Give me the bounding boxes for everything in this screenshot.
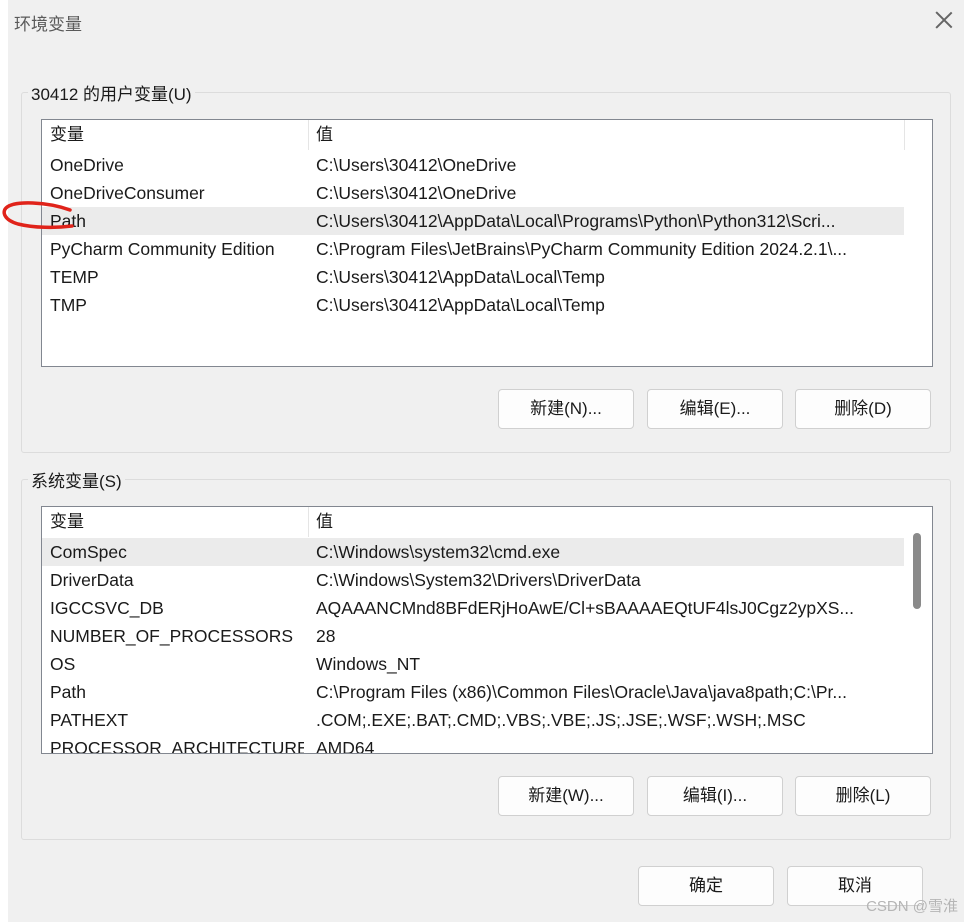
- variable-name-cell: OS: [50, 654, 76, 674]
- window-title: 环境变量: [14, 15, 82, 34]
- system-delete-button[interactable]: 删除(L): [795, 776, 931, 816]
- variable-value-cell: Windows_NT: [316, 654, 421, 674]
- variable-value-cell: 28: [316, 626, 336, 646]
- user-edit-button[interactable]: 编辑(E)...: [647, 389, 783, 429]
- variable-value-cell: C:\Users\30412\AppData\Local\Programs\Py…: [316, 211, 836, 231]
- variable-value-cell: C:\Users\30412\OneDrive: [316, 155, 517, 175]
- watermark: CSDN @雪淮: [866, 898, 958, 915]
- variable-name-cell: IGCCSVC_DB: [50, 598, 164, 618]
- red-annotation-mark: [2, 201, 74, 230]
- ok-button[interactable]: 确定: [638, 866, 774, 906]
- title-bar: 环境变量: [8, 0, 964, 44]
- variable-value-cell: C:\Users\30412\AppData\Local\Temp: [316, 267, 605, 287]
- environment-variables-dialog: 环境变量 30412 的用户变量(U) 变量 值 OneDrive C:\User…: [8, 0, 964, 922]
- table-row[interactable]: OneDrive C:\Users\30412\OneDrive: [42, 151, 904, 179]
- scroll-thumb[interactable]: [913, 533, 921, 609]
- system-vars-scrollbar[interactable]: [904, 507, 932, 753]
- variable-name-cell: TEMP: [50, 267, 99, 287]
- variable-name-cell: OneDrive: [50, 155, 124, 175]
- column-divider[interactable]: [904, 120, 905, 150]
- variable-name-cell: DriverData: [50, 570, 134, 590]
- variable-name-cell: Path: [50, 682, 86, 702]
- user-vars-list[interactable]: 变量 值 OneDrive C:\Users\30412\OneDrive OneD…: [41, 119, 933, 367]
- table-row[interactable]: PyCharm Community Edition C:\Program File…: [42, 235, 904, 263]
- variable-value-cell: C:\Program Files (x86)\Common Files\Orac…: [316, 682, 848, 702]
- user-vars-group-label: 30412 的用户变量(U): [28, 80, 195, 105]
- variable-name-cell: PyCharm Community Edition: [50, 239, 275, 259]
- table-row[interactable]: OS Windows_NT: [42, 650, 904, 678]
- system-edit-button[interactable]: 编辑(I)...: [647, 776, 783, 816]
- table-row[interactable]: DriverData C:\Windows\System32\Drivers\Dr…: [42, 566, 904, 594]
- variable-value-cell: C:\Users\30412\AppData\Local\Temp: [316, 295, 605, 315]
- close-icon[interactable]: [932, 8, 956, 32]
- user-new-button[interactable]: 新建(N)...: [498, 389, 634, 429]
- table-row[interactable]: PATHEXT .COM;.EXE;.BAT;.CMD;.VBS;.VBE;.JS…: [42, 706, 904, 734]
- variable-value-cell: AMD64: [316, 738, 375, 754]
- system-new-button[interactable]: 新建(W)...: [498, 776, 634, 816]
- variable-value-cell: AQAAANCMnd8BFdERjHoAwE/Cl+sBAAAAEQtUF4ls…: [316, 598, 854, 618]
- column-header-variable[interactable]: 变量: [42, 120, 308, 150]
- column-header-value[interactable]: 值: [308, 120, 904, 150]
- table-row[interactable]: TEMP C:\Users\30412\AppData\Local\Temp: [42, 263, 904, 291]
- table-row[interactable]: NUMBER_OF_PROCESSORS 28: [42, 622, 904, 650]
- table-row[interactable]: Path C:\Users\30412\AppData\Local\Program…: [42, 207, 904, 235]
- system-vars-list[interactable]: 变量 值 ComSpec C:\Windows\system32\cmd.exe D…: [41, 506, 933, 754]
- variable-name-cell: NUMBER_OF_PROCESSORS: [50, 626, 294, 646]
- column-header-value[interactable]: 值: [308, 507, 904, 537]
- variable-value-cell: C:\Users\30412\OneDrive: [316, 183, 517, 203]
- variable-value-cell: C:\Windows\System32\Drivers\DriverData: [316, 570, 641, 590]
- variable-name-cell: PROCESSOR_ARCHITECTURE: [50, 738, 304, 754]
- table-row[interactable]: IGCCSVC_DB AQAAANCMnd8BFdERjHoAwE/Cl+sBAA…: [42, 594, 904, 622]
- table-row[interactable]: Path C:\Program Files (x86)\Common Files\…: [42, 678, 904, 706]
- variable-name-cell: TMP: [50, 295, 87, 315]
- table-row[interactable]: TMP C:\Users\30412\AppData\Local\Temp: [42, 291, 904, 319]
- system-vars-group-label: 系统变量(S): [28, 467, 125, 492]
- table-row[interactable]: ComSpec C:\Windows\system32\cmd.exe: [42, 538, 904, 566]
- variable-value-cell: C:\Windows\system32\cmd.exe: [316, 542, 561, 562]
- user-vars-header: 变量 值: [42, 120, 932, 150]
- variable-value-cell: C:\Program Files\JetBrains\PyCharm Commu…: [316, 239, 848, 259]
- variable-value-cell: .COM;.EXE;.BAT;.CMD;.VBS;.VBE;.JS;.JSE;.…: [316, 710, 806, 730]
- variable-name-cell: PATHEXT: [50, 710, 129, 730]
- user-delete-button[interactable]: 删除(D): [795, 389, 931, 429]
- table-row[interactable]: OneDriveConsumer C:\Users\30412\OneDrive: [42, 179, 904, 207]
- table-row[interactable]: PROCESSOR_ARCHITECTURE AMD64: [42, 734, 904, 754]
- column-header-variable[interactable]: 变量: [42, 507, 308, 537]
- variable-name-cell: ComSpec: [50, 542, 127, 562]
- system-vars-header: 变量 值: [42, 507, 932, 537]
